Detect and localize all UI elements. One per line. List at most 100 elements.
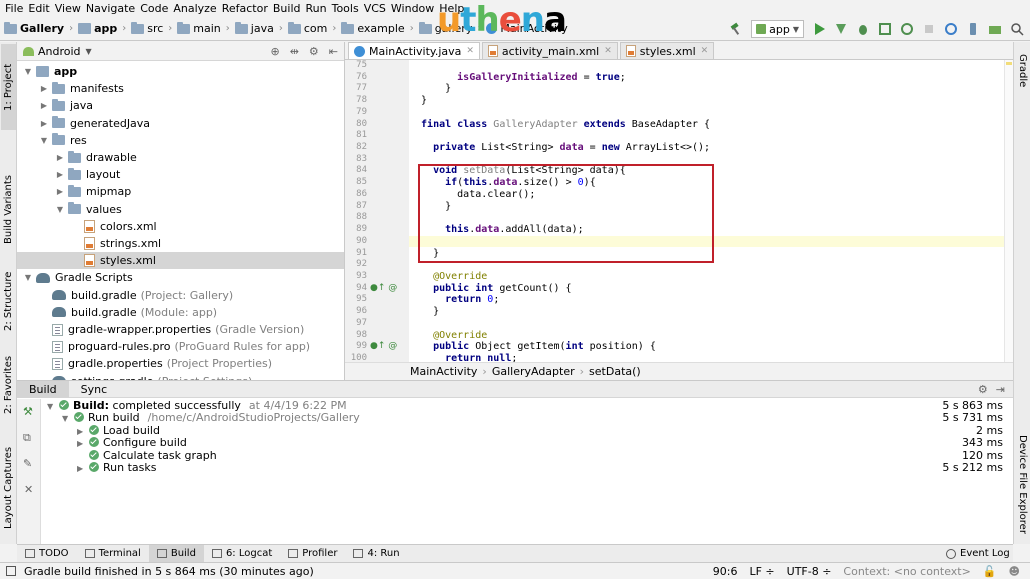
file-encoding[interactable]: UTF-8 ÷ — [787, 565, 832, 578]
menu-window[interactable]: Window — [390, 2, 438, 15]
tool-tab[interactable]: TODO — [17, 545, 77, 563]
stop-icon[interactable] — [922, 22, 936, 36]
editor-scrollbar[interactable] — [1004, 60, 1013, 362]
tool-tab-project[interactable]: 1: Project — [1, 44, 16, 130]
status-layout-icon[interactable] — [6, 566, 16, 576]
tool-tab[interactable]: Terminal — [77, 545, 149, 563]
debug-icon[interactable] — [856, 22, 870, 36]
toggle-view-icon[interactable]: ⧉ — [23, 431, 31, 445]
project-tree-item[interactable]: proguard-rules.pro (ProGuard Rules for ap… — [17, 338, 344, 355]
project-tree-item[interactable]: strings.xml — [17, 235, 344, 252]
run-configuration-select[interactable]: app ▼ — [751, 20, 804, 38]
tool-tab-build-variants[interactable]: Build Variants — [1, 174, 16, 246]
breadcrumb-item[interactable]: Gallery — [4, 21, 64, 35]
caret-position[interactable]: 90:6 — [713, 565, 738, 578]
project-tree-item[interactable]: styles.xml — [17, 252, 344, 270]
hammer-icon[interactable] — [729, 22, 743, 36]
gear-icon[interactable]: ⚙ — [309, 45, 319, 58]
tool-tab-gradle[interactable]: Gradle — [1015, 48, 1030, 94]
tab-build[interactable]: Build — [17, 380, 69, 398]
close-icon[interactable]: ✕ — [466, 46, 474, 56]
expand-arrow-icon[interactable]: ▶ — [77, 463, 89, 476]
build-tree-row[interactable]: Calculate task graph 120 ms — [41, 449, 1013, 463]
menu-tools[interactable]: Tools — [331, 2, 363, 15]
hide-panel-icon[interactable]: ⇥ — [996, 383, 1005, 396]
avd-manager-icon[interactable] — [966, 22, 980, 36]
profile-icon[interactable] — [900, 22, 914, 36]
project-tree-item[interactable]: ▶ java — [17, 97, 344, 114]
hide-panel-icon[interactable]: ⇤ — [329, 45, 338, 58]
editor-breadcrumb-item[interactable]: GalleryAdapter — [492, 365, 575, 378]
editor-tab[interactable]: activity_main.xml ✕ — [481, 42, 618, 59]
project-tree-item[interactable]: settings.gradle(Project Settings) — [17, 373, 344, 380]
close-icon[interactable]: ✕ — [24, 483, 33, 496]
menu-run[interactable]: Run — [305, 2, 331, 15]
build-tree-row[interactable]: ▶ Run tasks 5 s 212 ms — [41, 461, 1013, 476]
search-icon[interactable] — [1010, 22, 1024, 36]
menu-code[interactable]: Code — [139, 2, 172, 15]
event-log-button[interactable]: Event Log — [946, 545, 1010, 562]
menu-file[interactable]: File — [4, 2, 27, 15]
breadcrumb-item[interactable]: src — [131, 21, 163, 35]
project-tree-item[interactable]: gradle.properties (Project Properties) — [17, 355, 344, 372]
breadcrumb-item[interactable]: java — [234, 21, 274, 35]
locate-icon[interactable]: ⊕ — [270, 45, 279, 58]
project-tree-item[interactable]: ▼ Gradle Scripts — [17, 269, 344, 286]
editor-breadcrumb-item[interactable]: MainActivity — [410, 365, 477, 378]
expand-arrow-icon[interactable]: ▶ — [39, 119, 49, 128]
expand-arrow-icon[interactable]: ▶ — [39, 101, 49, 110]
menu-view[interactable]: View — [54, 2, 85, 15]
project-tree-item[interactable]: gradle-wrapper.properties (Gradle Version… — [17, 321, 344, 338]
apply-changes-icon[interactable] — [834, 22, 848, 36]
project-view-select[interactable]: Android — [38, 45, 81, 58]
tool-tab-favorites[interactable]: 2: Favorites — [1, 354, 16, 416]
sdk-manager-icon[interactable] — [988, 22, 1002, 36]
pin-icon[interactable]: ✎ — [23, 457, 32, 470]
expand-arrow-icon[interactable]: ▼ — [55, 205, 65, 214]
tool-tab[interactable]: Profiler — [280, 545, 345, 563]
chevron-down-icon[interactable]: ▼ — [86, 47, 92, 56]
build-tree-row[interactable]: ▼ Run build/home/c/AndroidStudioProjects/… — [41, 412, 1013, 425]
tool-tab-structure[interactable]: 2: Structure — [1, 270, 16, 332]
hammer-icon[interactable]: ⚒ — [23, 405, 33, 418]
menu-vcs[interactable]: VCS — [363, 2, 390, 15]
menu-edit[interactable]: Edit — [27, 2, 53, 15]
tool-tab[interactable]: 6: Logcat — [204, 545, 280, 563]
project-tree-item[interactable]: ▶ generatedJava — [17, 115, 344, 132]
status-message[interactable]: Gradle build finished in 5 s 864 ms (30 … — [24, 565, 314, 578]
menu-navigate[interactable]: Navigate — [85, 2, 139, 15]
project-tree-item[interactable]: ▶ manifests — [17, 80, 344, 97]
override-marker-icon[interactable]: ●↑ @ — [370, 283, 397, 293]
expand-arrow-icon[interactable]: ▶ — [55, 170, 65, 179]
editor-tab[interactable]: styles.xml ✕ — [619, 42, 715, 59]
gear-icon[interactable]: ⚙ — [978, 383, 988, 396]
project-tree-item[interactable]: ▼ app — [17, 63, 344, 80]
project-tree-item[interactable]: colors.xml — [17, 218, 344, 235]
collapse-icon[interactable]: ⇹ — [290, 45, 299, 58]
menu-refactor[interactable]: Refactor — [221, 2, 272, 15]
project-tree-item[interactable]: ▶ drawable — [17, 149, 344, 166]
project-tree-item[interactable]: ▶ mipmap — [17, 183, 344, 200]
menu-analyze[interactable]: Analyze — [172, 2, 220, 15]
run-icon[interactable] — [812, 22, 826, 36]
project-tree-item[interactable]: ▶ layout — [17, 166, 344, 183]
context-indicator[interactable]: Context: <no context> — [843, 565, 970, 578]
project-tree-item[interactable]: build.gradle (Module: app) — [17, 304, 344, 321]
expand-arrow-icon[interactable]: ▶ — [39, 84, 49, 93]
breadcrumb-item[interactable]: example — [341, 21, 405, 35]
expand-arrow-icon[interactable]: ▼ — [23, 67, 33, 76]
expand-arrow-icon[interactable]: ▼ — [23, 273, 33, 282]
inspector-icon[interactable]: ☻ — [1009, 565, 1020, 578]
expand-arrow-icon[interactable]: ▼ — [39, 136, 49, 145]
editor-breadcrumb-item[interactable]: setData() — [589, 365, 641, 378]
project-tree-item[interactable]: ▼ values — [17, 201, 344, 218]
sync-icon[interactable] — [944, 22, 958, 36]
tool-tab-layout-captures[interactable]: Layout Captures — [1, 440, 16, 536]
project-tree-item[interactable]: ▼ res — [17, 132, 344, 149]
override-marker-icon[interactable]: ●↑ @ — [370, 341, 397, 351]
breadcrumb-item[interactable]: main — [177, 21, 221, 35]
menu-build[interactable]: Build — [272, 2, 305, 15]
editor-tab[interactable]: MainActivity.java ✕ — [348, 42, 480, 59]
tab-sync[interactable]: Sync — [69, 381, 120, 398]
line-separator[interactable]: LF ÷ — [749, 565, 774, 578]
